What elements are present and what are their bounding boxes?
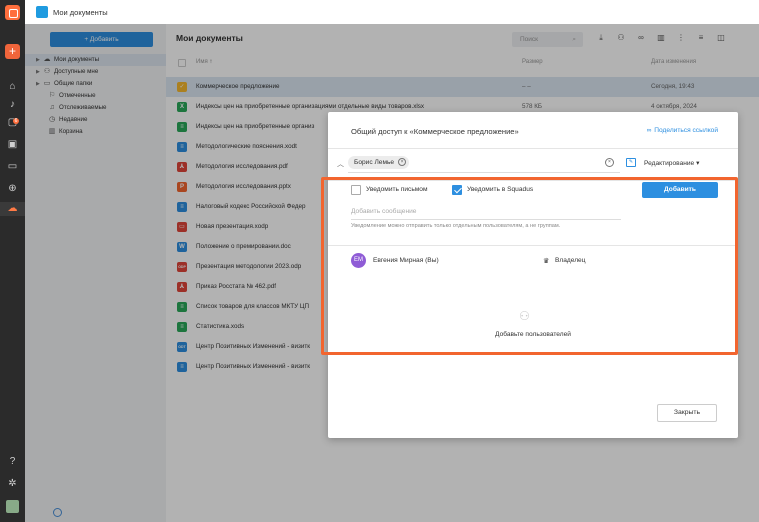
highlight-frame: [321, 177, 738, 355]
edit-permission-icon: ✎: [626, 158, 636, 167]
chat-icon[interactable]: ▢6: [0, 116, 25, 130]
recipients-input[interactable]: [348, 172, 620, 173]
clear-input-icon[interactable]: ×: [605, 158, 614, 167]
globe-icon[interactable]: ⊕: [0, 182, 25, 196]
calendar-icon[interactable]: ▣: [0, 138, 25, 152]
notification-badge: 6: [13, 118, 19, 124]
documents-app-icon: [36, 6, 48, 18]
divider: [328, 148, 738, 149]
close-button[interactable]: Закрыть: [657, 404, 717, 422]
settings-icon[interactable]: ✲: [0, 477, 25, 491]
app-rail: + ⌂ ♪ ▢6 ▣ ▭ ⊕ ☁ ? ✲: [0, 0, 25, 522]
link-icon: ∞: [646, 127, 652, 134]
app-logo[interactable]: [5, 5, 20, 20]
home-icon[interactable]: ⌂: [0, 80, 25, 94]
title-bar: Мои документы: [25, 0, 759, 24]
chevron-up-icon[interactable]: ︿: [337, 159, 344, 169]
dialog-title: Общий доступ к «Коммерческое предложение…: [351, 127, 519, 136]
share-link-button[interactable]: ∞ Поделиться ссылкой: [647, 127, 718, 134]
help-icon[interactable]: ?: [0, 455, 25, 469]
recipient-chip[interactable]: Борис Лемье ×: [348, 156, 410, 169]
remove-chip-icon[interactable]: ×: [398, 158, 407, 166]
user-avatar[interactable]: [6, 500, 19, 513]
create-plus-button[interactable]: +: [5, 44, 20, 59]
bell-icon[interactable]: ♪: [0, 98, 25, 112]
window-title: Мои документы: [53, 8, 108, 17]
video-icon[interactable]: ▭: [0, 160, 25, 174]
permission-select[interactable]: Редактирование ▾: [644, 159, 699, 167]
cloud-icon[interactable]: ☁: [0, 202, 25, 216]
